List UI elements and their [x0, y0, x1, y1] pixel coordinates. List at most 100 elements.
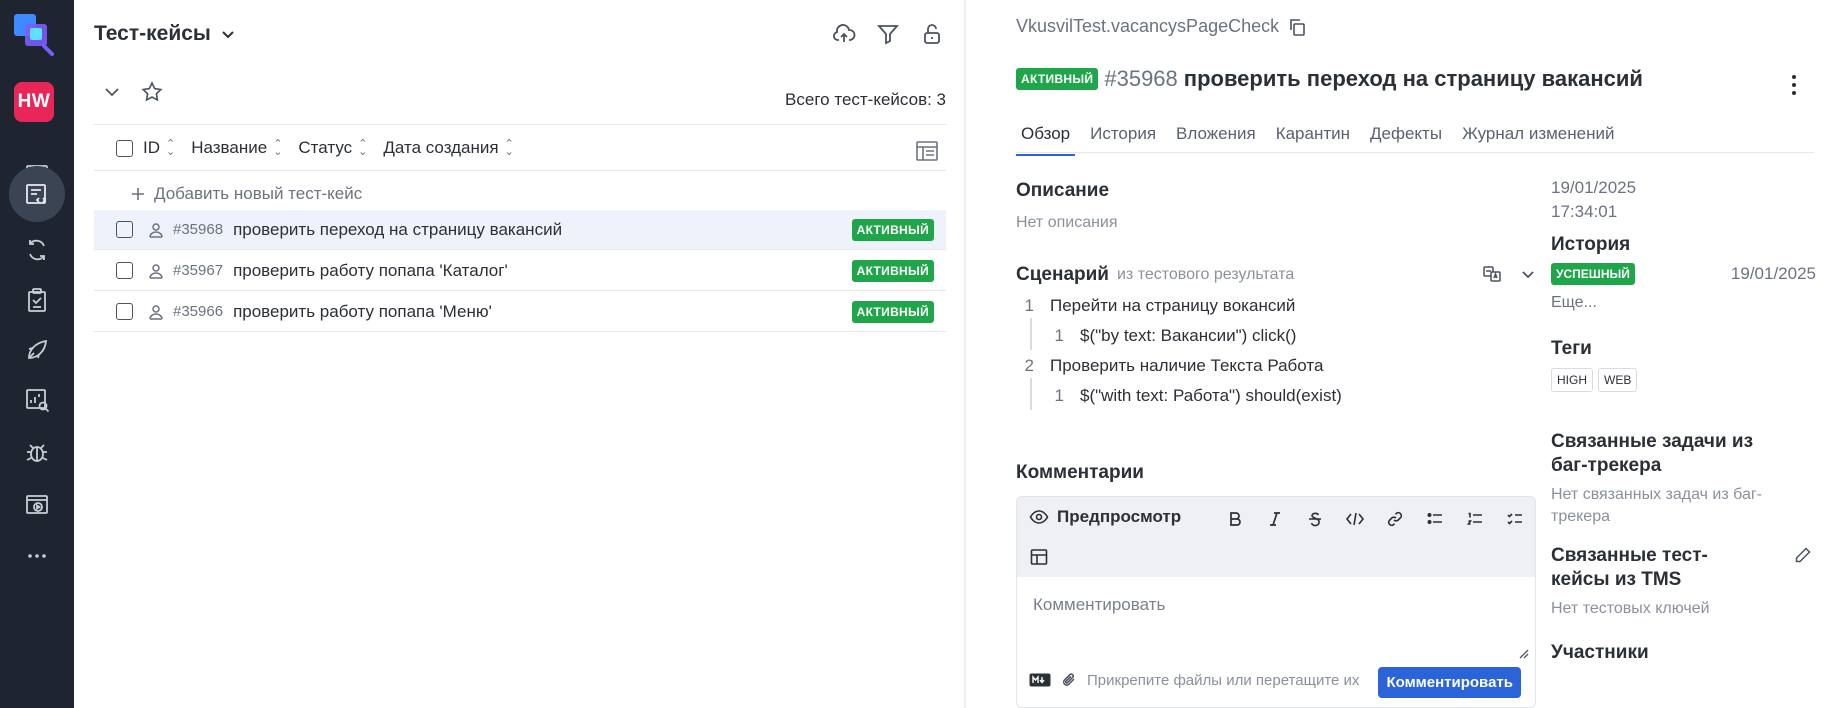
app-logo[interactable]: [14, 12, 54, 56]
linked-tms-section: Связанные тест-кейсы из TMS: [1551, 544, 1816, 592]
history-status-badge: УСПЕШНЫЙ: [1551, 263, 1635, 285]
history-entry[interactable]: УСПЕШНЫЙ 19/01/2025: [1551, 262, 1816, 286]
bulleted-list-icon[interactable]: [1423, 507, 1447, 531]
row-id: #35968: [173, 221, 224, 238]
tabs: Обзор История Вложения Карантин Дефекты …: [1016, 122, 1629, 156]
attach-area[interactable]: Прикрепите файлы или перетащите их: [1029, 671, 1359, 689]
sort-icon: ⌃ ⌄: [166, 138, 176, 158]
preview-toggle[interactable]: Предпросмотр: [1029, 507, 1181, 527]
testcase-id: #35968: [1104, 66, 1178, 91]
step-number: 1: [1054, 326, 1064, 345]
defects-icon[interactable]: [9, 424, 65, 480]
bold-icon[interactable]: [1223, 507, 1247, 531]
tab-defects[interactable]: Дефекты: [1365, 122, 1447, 156]
comment-input[interactable]: Комментировать: [1033, 595, 1165, 615]
testcase-details-panel: VkusvilTest.vacancysPageCheck АКТИВНЫЙ #…: [966, 0, 1828, 708]
collapse-icon[interactable]: [102, 82, 122, 102]
unlock-icon[interactable]: [918, 20, 946, 48]
copy-icon[interactable]: [1287, 17, 1307, 37]
step-number: 1: [1024, 296, 1034, 315]
column-id[interactable]: ID ⌃ ⌄: [143, 138, 175, 158]
sort-icon: ⌃ ⌄: [273, 138, 283, 158]
table-row[interactable]: #35968 проверить переход на страницу вак…: [94, 210, 946, 250]
step-text: Проверить наличие Текста Работа: [1050, 356, 1324, 375]
column-name[interactable]: Название ⌃ ⌄: [191, 138, 282, 158]
table-icon[interactable]: [1029, 547, 1049, 567]
table-header: ID ⌃ ⌄ Название ⌃ ⌄ Статус ⌃ ⌄ Дата создания ⌃ ⌄: [116, 138, 530, 158]
tab-history[interactable]: История: [1085, 122, 1161, 156]
add-testcase-label: Добавить новый тест-кейс: [154, 184, 363, 203]
link-icon[interactable]: [1383, 507, 1407, 531]
history-more-link[interactable]: Еще...: [1551, 294, 1816, 312]
overview-sidebar: 19/01/2025 17:34:01 История УСПЕШНЫЙ 19/…: [1551, 176, 1816, 664]
comment-editor: Предпросмотр Комментировать Прикрепите ф…: [1016, 496, 1536, 708]
user-icon: [147, 303, 165, 321]
star-icon[interactable]: [140, 80, 164, 104]
comments-title: Комментарии: [1016, 462, 1144, 483]
linked-tms-text: Нет тестовых ключей: [1551, 600, 1710, 617]
column-created-label: Дата создания: [383, 138, 499, 157]
code-icon[interactable]: [1343, 507, 1367, 531]
status-badge: АКТИВНЫЙ: [851, 259, 934, 282]
select-all-checkbox[interactable]: [116, 139, 133, 157]
column-created[interactable]: Дата создания ⌃ ⌄: [383, 138, 513, 158]
scenario-substep: 1 $("by text: Вакансии") click(): [1054, 326, 1297, 346]
row-checkbox[interactable]: [116, 303, 133, 320]
scenario-step: 1 Перейти на страницу вoкансий: [1024, 296, 1296, 316]
page-title: Тест-кейсы: [94, 22, 211, 45]
scenario-source: из тестового результата: [1116, 266, 1295, 283]
resize-handle-icon[interactable]: [1517, 647, 1529, 659]
column-settings-icon[interactable]: [914, 138, 940, 164]
tab-changelog[interactable]: Журнал изменений: [1457, 122, 1619, 156]
table-row[interactable]: #35967 проверить работу попапа 'Каталог'…: [94, 251, 946, 291]
analytics-icon[interactable]: [9, 372, 65, 428]
strikethrough-icon[interactable]: [1303, 507, 1327, 531]
tag[interactable]: HIGH: [1551, 368, 1593, 392]
attach-label: Прикрепите файлы или перетащите их: [1087, 671, 1360, 689]
tags-list: HIGH WEB: [1551, 368, 1816, 392]
scenario-header: Сценарий из тестового результата: [1016, 264, 1536, 286]
tab-quarantine[interactable]: Карантин: [1271, 122, 1355, 156]
eye-icon: [1029, 510, 1049, 524]
edit-pencil-icon[interactable]: [1794, 546, 1812, 564]
workspace-avatar[interactable]: HW: [14, 82, 54, 122]
status-badge: АКТИВНЫЙ: [851, 218, 934, 241]
checklist-icon[interactable]: [1503, 507, 1527, 531]
scenario-title: Сценарий: [1016, 264, 1109, 285]
table-row[interactable]: #35966 проверить работу попапа 'Меню' АК…: [94, 292, 946, 332]
row-checkbox[interactable]: [116, 262, 133, 279]
members-title: Участники: [1551, 642, 1649, 663]
tab-overview[interactable]: Обзор: [1016, 122, 1076, 156]
total-count: Всего тест-кейсов: 3: [785, 90, 946, 109]
submit-comment-button[interactable]: Комментировать: [1378, 667, 1521, 698]
column-id-label: ID: [143, 138, 160, 157]
row-name: проверить переход на страницу вакансий: [233, 219, 563, 239]
tab-attachments[interactable]: Вложения: [1171, 122, 1261, 156]
divider: [94, 124, 946, 125]
environment-icon[interactable]: [9, 476, 65, 532]
filter-icon[interactable]: [874, 20, 902, 48]
launches-icon[interactable]: [9, 222, 65, 278]
upload-icon[interactable]: [830, 20, 858, 48]
jobs-icon[interactable]: [9, 322, 65, 378]
list-title-dropdown[interactable]: Тест-кейсы: [94, 18, 237, 50]
more-icon[interactable]: [9, 528, 65, 584]
numbered-list-icon[interactable]: [1463, 507, 1487, 531]
step-text: $("with text: Работа") should(exist): [1080, 386, 1342, 405]
full-name-text: VkusvilTest.vacancysPageCheck: [1016, 16, 1280, 36]
testcases-icon[interactable]: [9, 166, 65, 222]
chevron-down-icon[interactable]: [1520, 266, 1536, 282]
user-icon: [147, 262, 165, 280]
translate-icon[interactable]: [1482, 264, 1502, 284]
linked-issues-text: Нет связанных задач из баг-трекера: [1551, 486, 1763, 525]
tag[interactable]: WEB: [1598, 368, 1638, 392]
add-testcase-button[interactable]: Добавить новый тест-кейс: [130, 184, 362, 204]
column-status[interactable]: Статус ⌃ ⌄: [298, 138, 367, 158]
row-checkbox[interactable]: [116, 221, 133, 238]
scenario-step: 2 Проверить наличие Текста Работа: [1024, 356, 1324, 376]
testplans-icon[interactable]: [9, 272, 65, 328]
italic-icon[interactable]: [1263, 507, 1287, 531]
plus-icon: [132, 188, 144, 200]
created-date: 19/01/2025: [1551, 178, 1637, 197]
more-vertical-icon[interactable]: [1790, 74, 1798, 96]
